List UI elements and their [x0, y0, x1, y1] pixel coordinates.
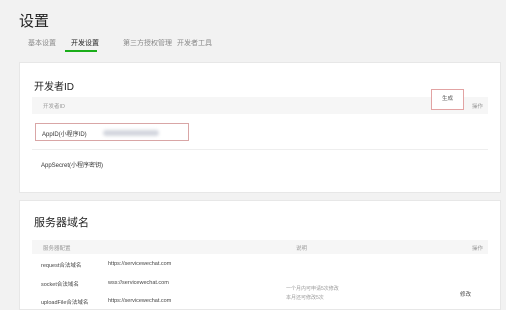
appsecret-label: AppSecret(小程序密钥) [41, 163, 104, 169]
socket-domain-label: socket合法域名 [41, 282, 79, 288]
uploadfile-domain-value: https://servicewechat.com [108, 298, 172, 304]
server-domain-title: 服务器域名 [34, 217, 89, 229]
active-tab-indicator [65, 50, 97, 52]
appid-label: AppID(小程序ID) [42, 132, 87, 138]
generate-secret-button[interactable]: 生成 [431, 89, 464, 110]
modify-remaining-note: 本月还可修改5次 [286, 295, 324, 301]
developer-id-table-header: 开发者ID 操作 [32, 97, 488, 114]
server-table-header: 服务器配置 说明 操作 [32, 240, 488, 254]
col-header-developer-id: 开发者ID [43, 104, 66, 110]
tab-basic-settings[interactable]: 基本设置 [28, 38, 56, 48]
tab-third-party-auth[interactable]: 第三方授权管理 [123, 38, 172, 48]
request-domain-label: request合法域名 [41, 263, 82, 269]
developer-id-card: 开发者ID 开发者ID 操作 AppID(小程序ID) AppSecret(小程… [19, 62, 501, 193]
col-header-description: 说明 [296, 246, 308, 252]
tab-dev-settings[interactable]: 开发设置 [71, 38, 99, 48]
server-domain-card: 服务器域名 服务器配置 说明 操作 request合法域名 https://se… [19, 200, 501, 310]
tab-dev-tools[interactable]: 开发者工具 [177, 38, 212, 48]
row-divider [32, 149, 488, 150]
col-header-action: 操作 [471, 246, 483, 252]
developer-id-title: 开发者ID [34, 82, 74, 93]
appid-value-redacted[interactable] [103, 130, 159, 136]
socket-domain-value: wss://servicewechat.com [108, 280, 169, 286]
page-title: 设置 [19, 13, 50, 30]
edit-domains-link[interactable]: 修改 [460, 290, 471, 298]
col-header-server-config: 服务器配置 [43, 246, 71, 252]
request-domain-value: https://servicewechat.com [108, 261, 172, 267]
appid-row-highlight: AppID(小程序ID) [35, 123, 189, 141]
col-header-action: 操作 [471, 104, 483, 110]
modify-limit-note: 一个月内可申请5次修改 [286, 286, 339, 292]
settings-tabs: 基本设置 开发设置 第三方授权管理 开发者工具 [19, 36, 489, 52]
